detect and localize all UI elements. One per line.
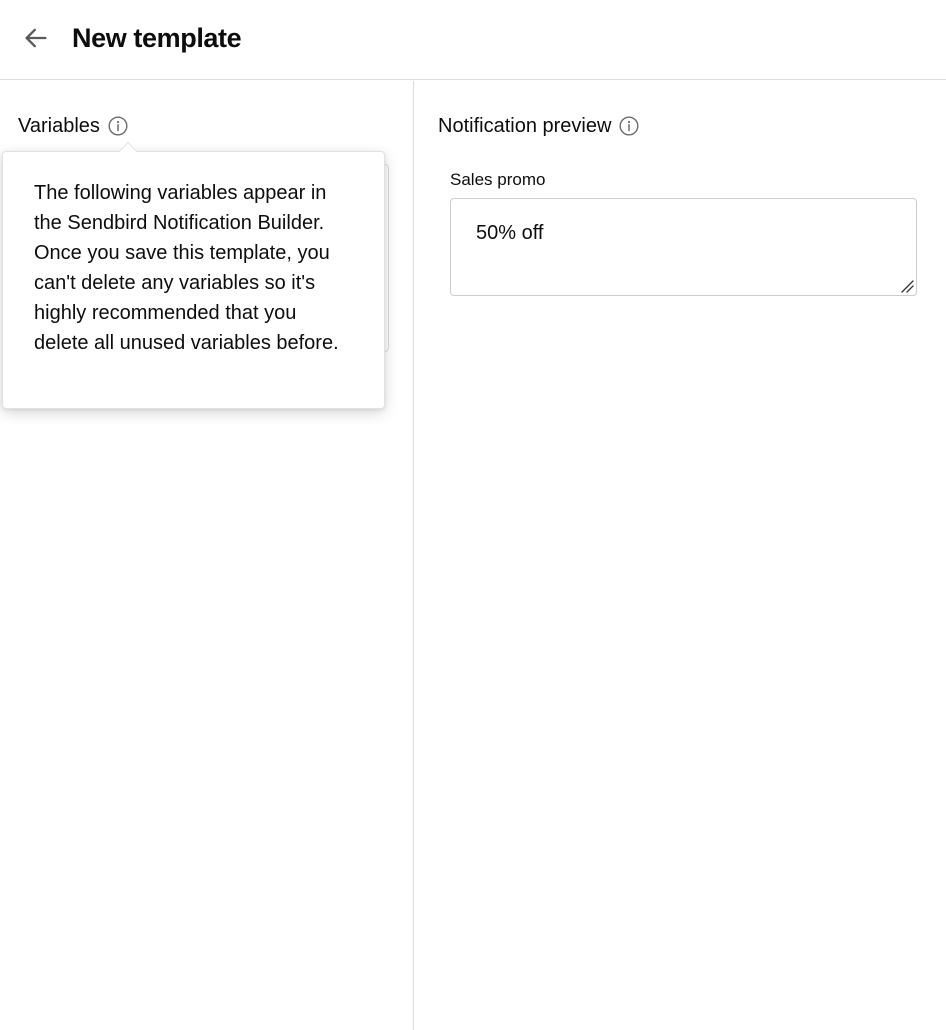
panel-divider bbox=[413, 81, 414, 1030]
arrow-left-icon bbox=[25, 28, 47, 48]
resize-handle-icon[interactable] bbox=[900, 279, 914, 293]
info-circle-icon[interactable] bbox=[619, 116, 639, 136]
sales-promo-label: Sales promo bbox=[450, 170, 546, 189]
sales-promo-textarea[interactable]: 50% off bbox=[450, 198, 917, 296]
page-header: New template bbox=[0, 0, 946, 80]
back-button[interactable] bbox=[18, 20, 54, 56]
variables-title: Variables bbox=[18, 115, 100, 137]
preview-heading: Notification preview bbox=[438, 112, 639, 140]
preview-title: Notification preview bbox=[438, 115, 612, 137]
tooltip-arrow bbox=[118, 141, 138, 152]
sales-promo-value: 50% off bbox=[476, 222, 544, 244]
tooltip-text: The following variables appear in the Se… bbox=[34, 182, 339, 354]
info-circle-icon[interactable] bbox=[108, 116, 128, 136]
page-title: New template bbox=[72, 23, 242, 53]
variables-tooltip: The following variables appear in the Se… bbox=[2, 151, 385, 409]
variables-heading: Variables bbox=[18, 112, 128, 140]
